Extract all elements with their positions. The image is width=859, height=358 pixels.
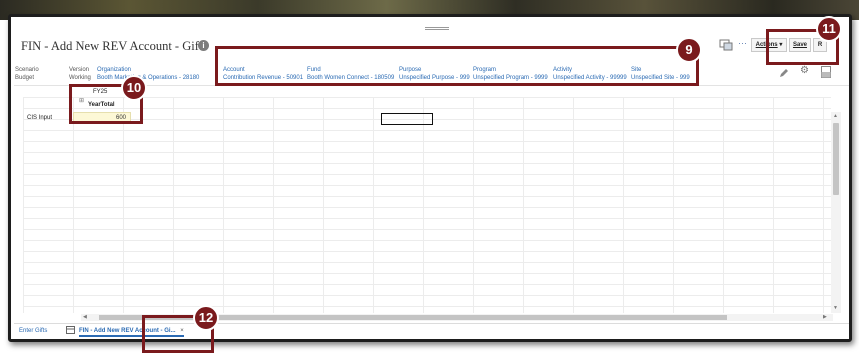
layout-toggle-icon[interactable] [821,66,831,78]
pov-label: Scenario [15,67,39,73]
tabs-divider [14,323,849,324]
info-icon[interactable]: i [198,40,209,51]
gear-icon[interactable]: ⚙ [800,65,809,76]
data-grid[interactable] [23,97,831,313]
callout-badge-9: 9 [676,37,702,63]
row-header-cis-input: CIS Input [27,115,53,121]
pov-version[interactable]: Version Working [69,66,91,82]
callout-box-9 [215,46,699,86]
pov-value: Working [69,75,91,81]
vertical-scroll-thumb[interactable] [833,123,839,195]
form-tab-icon [66,326,75,334]
callout-badge-10: 10 [121,75,147,101]
callout-badge-12: 12 [193,305,219,331]
scroll-left-icon[interactable]: ◀ [83,314,87,320]
scroll-up-icon[interactable]: ▲ [833,113,838,119]
pov-value: Budget [15,75,35,81]
selected-cell[interactable] [381,113,433,125]
ad-hoc-icon[interactable] [719,39,733,51]
pencil-icon[interactable] [779,68,789,78]
pov-label: Organization [97,67,132,73]
pov-scenario[interactable]: Scenario Budget [15,66,39,82]
callout-badge-11: 11 [816,16,842,42]
scroll-right-icon[interactable]: ▶ [823,314,827,320]
scroll-down-icon[interactable]: ▼ [833,305,838,311]
tab-enter-gifts[interactable]: Enter Gifts [19,328,47,334]
pov-label: Version [69,67,90,73]
page-title: FIN - Add New REV Account - Gifts [21,39,208,53]
more-options-icon[interactable]: ··· [738,38,747,48]
pov-organization[interactable]: Organization Booth Marketing & Operation… [97,66,223,82]
pov-value: Booth Marketing & Operations - 28180 [97,75,200,81]
drag-handle-icon[interactable] [425,27,449,30]
